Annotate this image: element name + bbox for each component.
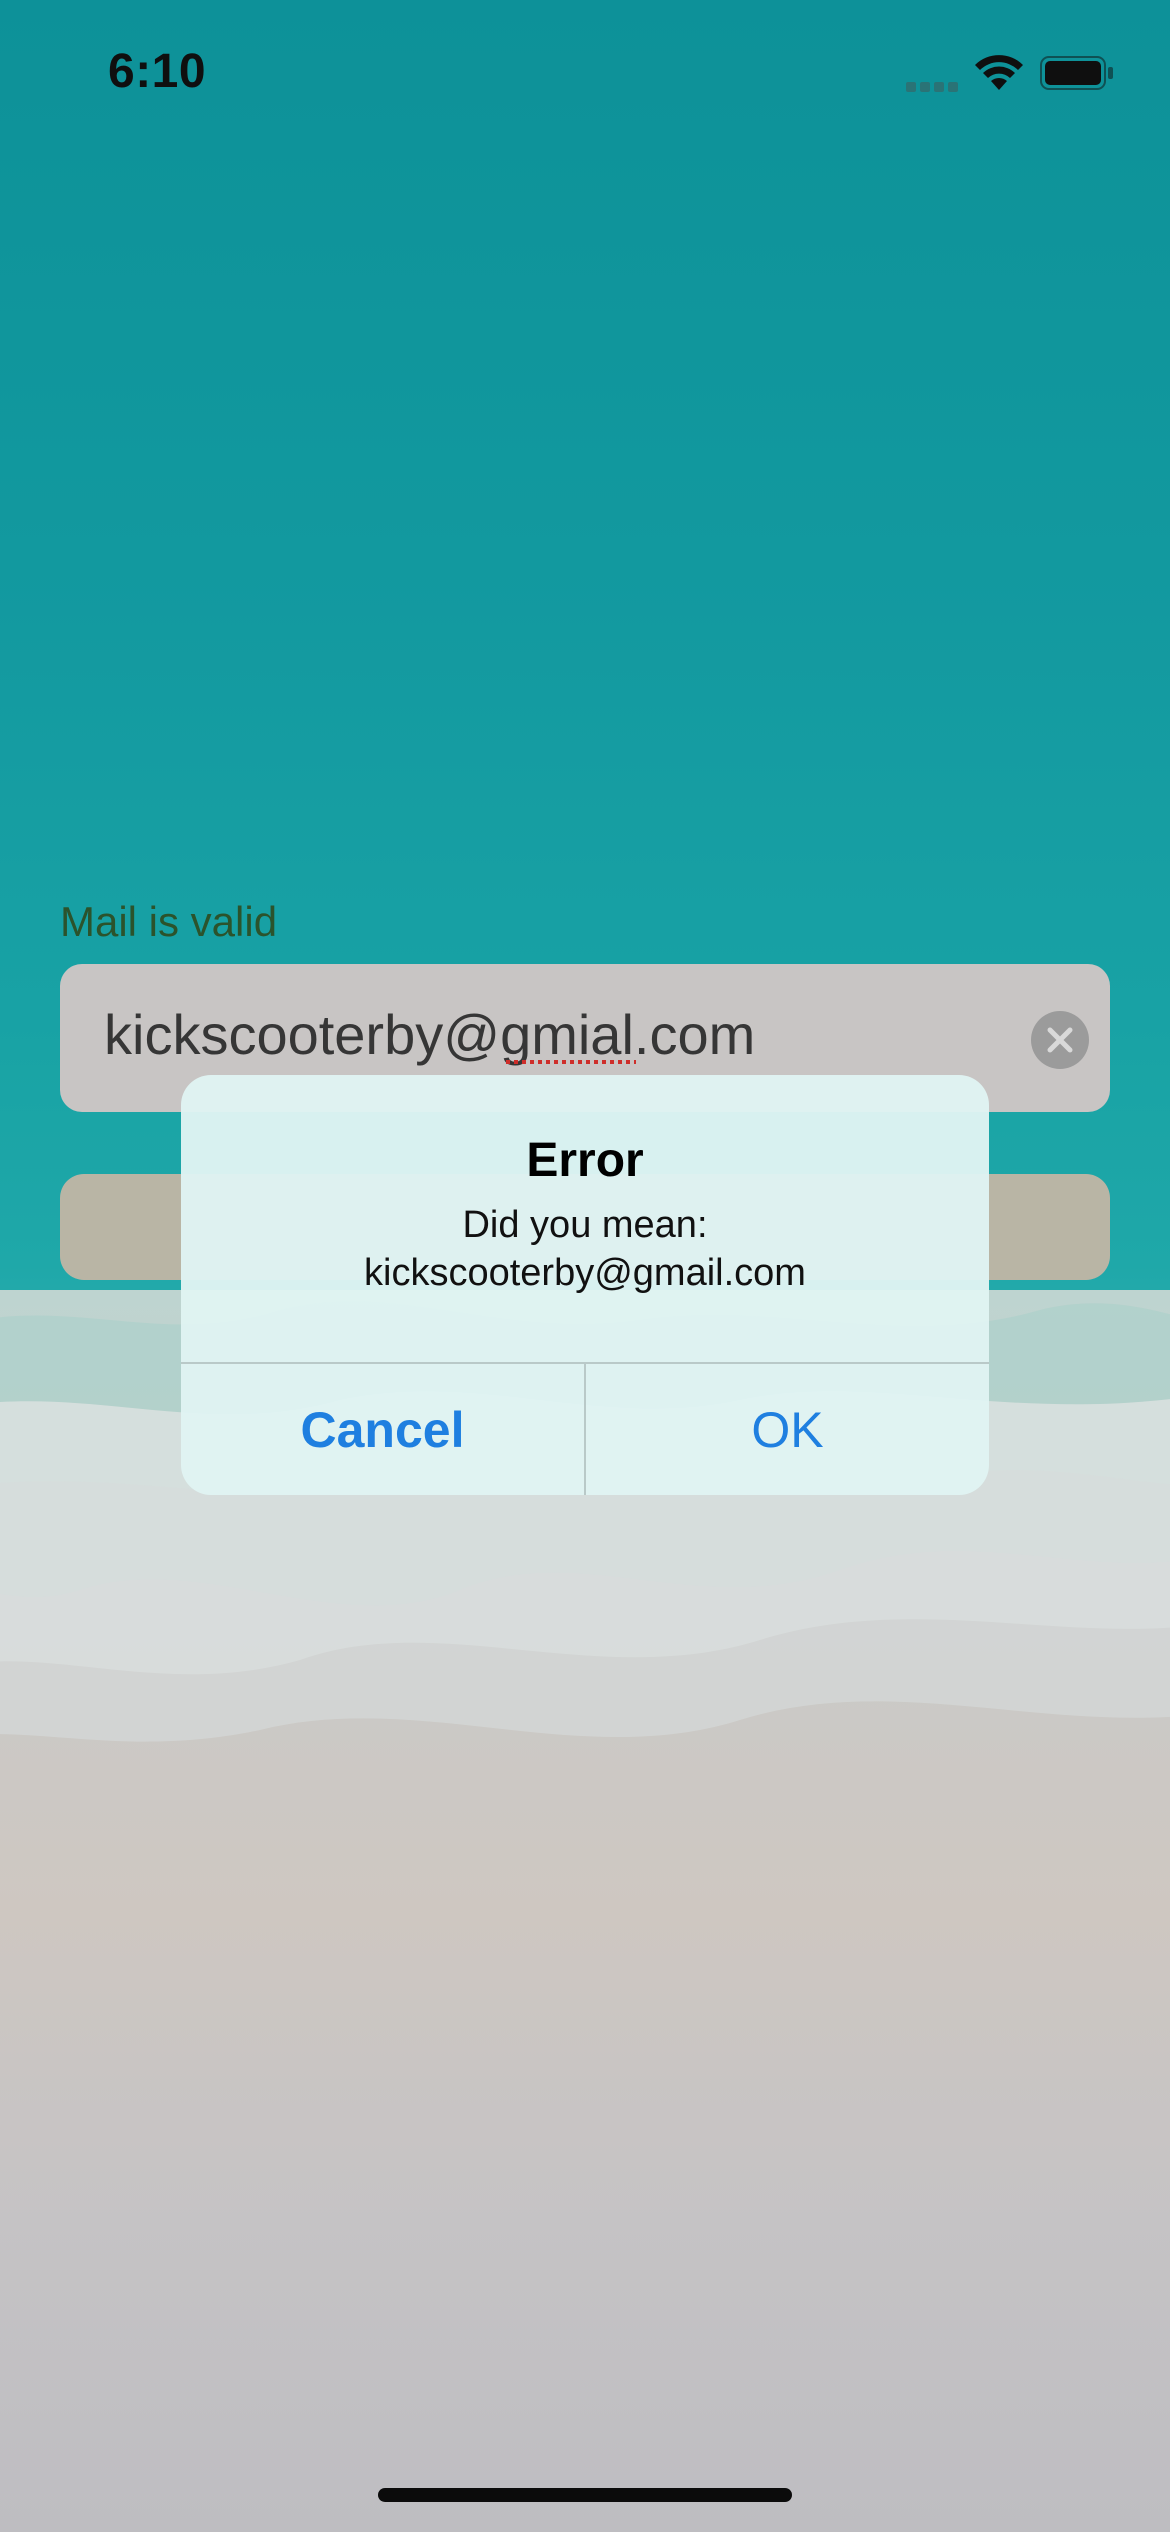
app-screen: 6:10 Mail is valid kickscooterby@gmial.c… bbox=[0, 0, 1170, 2532]
ok-button[interactable]: OK bbox=[586, 1364, 989, 1495]
home-indicator[interactable] bbox=[378, 2488, 792, 2502]
alert-message-suggestion: kickscooterby@gmail.com bbox=[364, 1252, 806, 1294]
cancel-button[interactable]: Cancel bbox=[181, 1364, 584, 1495]
alert-message-line1: Did you mean: bbox=[462, 1204, 708, 1246]
alert-title: Error bbox=[526, 1134, 644, 1187]
error-alert-dialog: Error Did you mean: kickscooterby@gmail.… bbox=[181, 1075, 989, 1495]
alert-message: Did you mean: kickscooterby@gmail.com bbox=[181, 1201, 989, 1297]
